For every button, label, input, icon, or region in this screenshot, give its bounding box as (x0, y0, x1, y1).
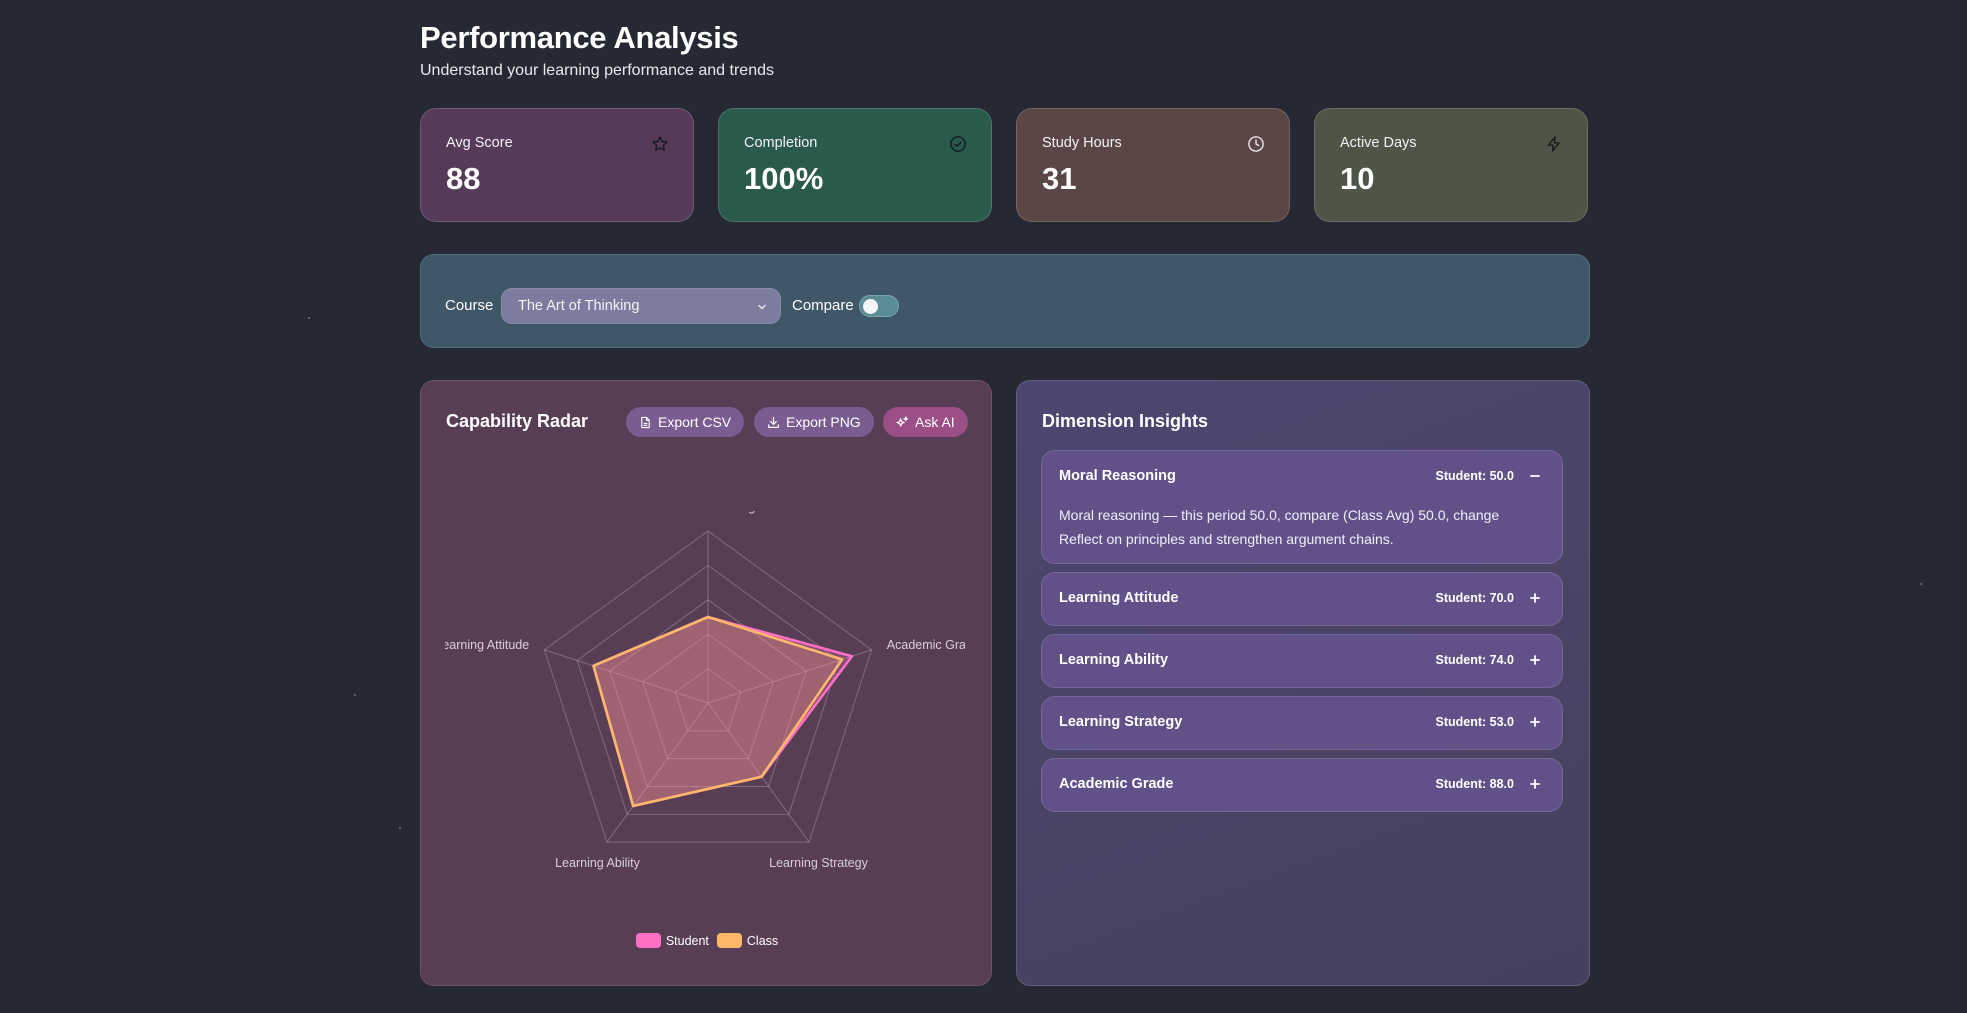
stat-value: 88 (446, 161, 481, 196)
plus-icon[interactable] (1526, 651, 1544, 669)
clock-icon (1248, 136, 1264, 152)
stat-label: Completion (744, 135, 818, 151)
insight-score: Student: 53.0 (1435, 715, 1515, 729)
legend-swatch (635, 933, 661, 948)
legend-item-student[interactable]: Student (635, 933, 709, 948)
export-csv-button[interactable]: Export CSV (626, 407, 745, 437)
insight-name: Learning Ability (1059, 652, 1169, 668)
background-dot (1920, 583, 1922, 585)
stat-label: Study Hours (1042, 135, 1122, 151)
stat-value: 10 (1340, 161, 1375, 196)
insight-item-moral-reasoning[interactable]: Moral Reasoning Student: 50.0 Moral reas… (1041, 450, 1563, 564)
stat-value: 31 (1042, 161, 1077, 196)
stat-card-study-hours: Study Hours 31 (1016, 108, 1290, 222)
star-icon (652, 136, 668, 151)
capability-radar-panel: Capability Radar Export CSV Export PNG A… (420, 380, 992, 986)
insights-title: Dimension Insights (1042, 411, 1209, 431)
filter-panel: Course The Art of Thinking Compare (420, 254, 1590, 348)
download-icon (768, 416, 779, 428)
background-dot (308, 317, 310, 319)
stat-value: 100% (744, 161, 824, 196)
ask-ai-button[interactable]: Ask AI (883, 407, 968, 437)
course-select-value: The Art of Thinking (518, 298, 640, 314)
insight-name: Academic Grade (1059, 776, 1174, 792)
export-png-label: Export PNG (786, 414, 861, 430)
stat-card-completion: Completion 100% (718, 108, 992, 222)
insight-item-learning-strategy[interactable]: Learning Strategy Student: 53.0 (1041, 696, 1563, 750)
radar-title: Capability Radar (446, 411, 589, 431)
insight-detail: Moral reasoning — this period 50.0, comp… (1059, 507, 1500, 547)
legend-item-class[interactable]: Class (716, 933, 779, 948)
stat-card-active-days: Active Days 10 (1314, 108, 1588, 222)
insight-score: Student: 70.0 (1435, 591, 1515, 605)
insight-score: Student: 74.0 (1435, 653, 1515, 667)
compare-toggle[interactable] (859, 295, 899, 317)
course-label: Course (445, 297, 494, 314)
chevron-down-icon (758, 304, 766, 310)
export-csv-label: Export CSV (658, 414, 732, 430)
toggle-knob (863, 299, 878, 314)
plus-icon[interactable] (1526, 589, 1544, 607)
background-dot (354, 694, 356, 696)
compare-label: Compare (792, 297, 854, 314)
page-title: Performance Analysis (420, 20, 739, 55)
legend-label: Student (665, 933, 709, 948)
radar-axis-label: Learning Strategy (769, 856, 868, 870)
radar-axis-label: Academic Grade (887, 638, 965, 652)
legend-label: Class (746, 933, 779, 948)
file-icon (641, 416, 650, 428)
radar-chart: Moral Reasoning Academic Grade Learning St… (445, 511, 965, 870)
plus-icon[interactable] (1526, 775, 1544, 793)
insight-name: Learning Strategy (1059, 714, 1183, 730)
stat-card-avg-score: Avg Score 88 (420, 108, 694, 222)
chart-legend: Student Class (421, 933, 993, 948)
radar-axis-label: Moral Reasoning (661, 511, 756, 514)
stat-label: Avg Score (446, 135, 513, 151)
background-dot (399, 827, 401, 829)
minus-icon[interactable] (1526, 467, 1544, 485)
stat-label: Active Days (1340, 135, 1417, 151)
insight-item-academic-grade[interactable]: Academic Grade Student: 88.0 (1041, 758, 1563, 812)
ask-ai-label: Ask AI (915, 414, 955, 430)
radar-axis-label: Learning Ability (555, 856, 641, 870)
plus-icon[interactable] (1526, 713, 1544, 731)
course-select[interactable]: The Art of Thinking (501, 288, 781, 324)
radar-axis-label: Learning Attitude (445, 638, 529, 652)
insight-name: Moral Reasoning (1059, 468, 1176, 484)
insight-item-learning-attitude[interactable]: Learning Attitude Student: 70.0 (1041, 572, 1563, 626)
insight-score: Student: 88.0 (1435, 777, 1515, 791)
insight-score: Student: 50.0 (1435, 469, 1515, 483)
legend-swatch (716, 933, 742, 948)
page-subtitle: Understand your learning performance and… (420, 62, 774, 79)
insight-name: Learning Attitude (1059, 590, 1179, 606)
export-png-button[interactable]: Export PNG (754, 407, 874, 437)
sparkles-icon (896, 415, 909, 427)
insight-item-learning-ability[interactable]: Learning Ability Student: 74.0 (1041, 634, 1563, 688)
lightning-icon (1547, 136, 1560, 152)
dimension-insights-panel: Dimension Insights Moral Reasoning Stude… (1016, 380, 1590, 986)
check-circle-icon (950, 136, 966, 152)
